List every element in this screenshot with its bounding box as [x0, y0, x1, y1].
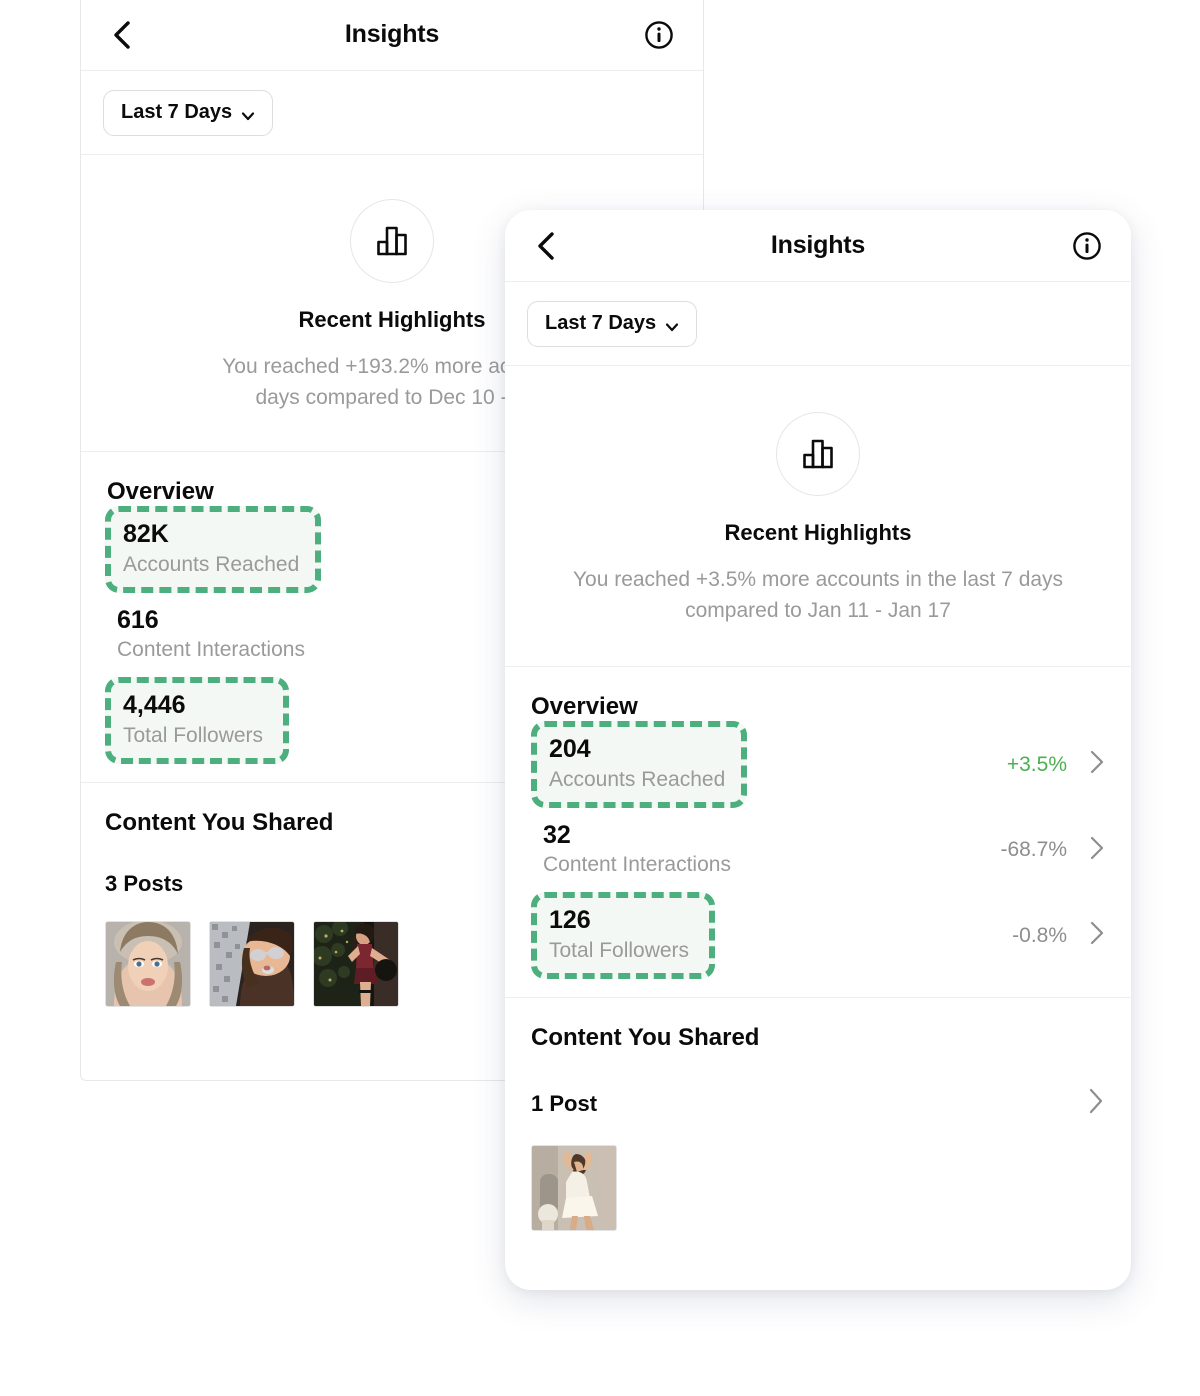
post-thumbnail-sunglasses[interactable]: [209, 921, 295, 1008]
date-filter-row: Last 7 Days: [81, 71, 703, 155]
chevron-right-icon[interactable]: [1089, 920, 1105, 951]
metric-value: 32: [543, 820, 571, 849]
metric-box: 616 Content Interactions: [105, 598, 317, 673]
insights-card-current-period: Insights Last 7 Days Recent Highlights Y…: [505, 210, 1131, 1290]
highlights-subtitle: You reached +3.5% more accounts in the l…: [572, 568, 1064, 622]
metric-row-content-interactions[interactable]: 32 Content Interactions -68.7%: [505, 808, 1131, 892]
chevron-right-icon[interactable]: [1089, 835, 1105, 866]
post-thumbnail-portrait[interactable]: [105, 921, 191, 1008]
overview-title: Overview: [531, 693, 638, 720]
info-circle-icon: [1073, 231, 1101, 260]
post-thumbnail-white-dress[interactable]: [531, 1145, 617, 1232]
metric-value: 204: [549, 735, 591, 763]
top-bar: Insights: [505, 210, 1131, 282]
date-range-label: Last 7 Days: [121, 101, 233, 123]
metric-value: 616: [117, 605, 159, 634]
metric-row-accounts-reached[interactable]: 204 Accounts Reached +3.5%: [505, 721, 1131, 809]
metric-label: Content Interactions: [543, 853, 731, 877]
metric-label: Total Followers: [123, 723, 264, 747]
metric-value: 4,446: [123, 691, 186, 720]
bar-chart-icon: [803, 439, 833, 469]
metric-row-total-followers[interactable]: 126 Total Followers -0.8%: [505, 892, 1131, 980]
metric-label: Accounts Reached: [549, 767, 726, 791]
chevron-right-icon[interactable]: [1087, 1086, 1105, 1121]
metric-delta: +3.5%: [1006, 752, 1067, 776]
chevron-down-icon: [665, 317, 679, 331]
info-circle-icon: [645, 20, 673, 49]
metric-trailing: +3.5%: [1007, 749, 1105, 780]
metric-box: 32 Content Interactions: [531, 813, 743, 888]
post-count-row[interactable]: 1 Post: [531, 1086, 1105, 1121]
back-button[interactable]: [107, 20, 137, 50]
highlights-title: Recent Highlights: [724, 520, 912, 545]
metric-highlight-box: 82K Accounts Reached: [105, 506, 322, 594]
highlights-icon-circle: [776, 412, 860, 496]
top-bar: Insights: [81, 0, 703, 71]
chevron-down-icon: [241, 106, 255, 120]
date-range-selector[interactable]: Last 7 Days: [103, 89, 274, 136]
overview-section: Overview 204 Accounts Reached +3.5% 32 C…: [505, 667, 1131, 999]
metric-value: 126: [549, 906, 591, 935]
date-filter-row: Last 7 Days: [505, 282, 1131, 366]
chevron-right-icon[interactable]: [1089, 749, 1105, 780]
metric-label: Total Followers: [549, 938, 690, 962]
highlights-icon-circle: [350, 199, 434, 283]
content-shared-title: Content You Shared: [531, 1024, 760, 1052]
post-thumbnail-list: [531, 1145, 1105, 1232]
page-title: Insights: [770, 231, 866, 259]
metric-delta: -0.8%: [1012, 923, 1067, 947]
metric-highlight-box: 204 Accounts Reached: [531, 721, 748, 809]
metric-highlight-box: 4,446 Total Followers: [105, 677, 289, 765]
info-button[interactable]: [643, 19, 675, 51]
metric-trailing: -68.7%: [1000, 835, 1105, 866]
content-you-shared-section: Content You Shared 1 Post: [505, 998, 1131, 1261]
metric-label: Content Interactions: [117, 638, 305, 662]
recent-highlights-section: Recent Highlights You reached +3.5% more…: [505, 366, 1131, 667]
metric-value: 82K: [123, 520, 169, 548]
date-range-label: Last 7 Days: [545, 312, 657, 334]
chevron-left-icon: [538, 231, 554, 260]
chevron-left-icon: [114, 20, 130, 49]
metric-highlight-box: 126 Total Followers: [531, 892, 715, 980]
page-title: Insights: [344, 20, 440, 48]
post-count-label: 3 Posts: [105, 871, 184, 897]
post-thumbnail-night[interactable]: [313, 921, 399, 1008]
info-button[interactable]: [1071, 230, 1103, 262]
date-range-selector[interactable]: Last 7 Days: [527, 300, 698, 347]
bar-chart-icon: [377, 226, 407, 256]
metric-label: Accounts Reached: [123, 552, 300, 576]
post-count-label: 1 Post: [531, 1090, 598, 1116]
metric-delta: -68.7%: [1000, 838, 1067, 862]
back-button[interactable]: [531, 231, 561, 261]
metric-trailing: -0.8%: [1012, 920, 1105, 951]
